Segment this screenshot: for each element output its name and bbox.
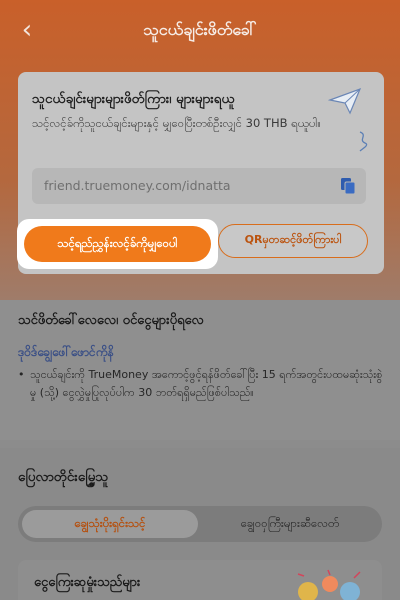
copy-icon[interactable] [340, 177, 356, 195]
invite-history-section: ပြေလာတိုင်းမြွှေ့သူ ချွေသုံးပိုးရှင်းသင့… [0, 448, 400, 600]
reward-title: ငွေကြေးဆုမှုံးသည်များ [34, 575, 141, 590]
referral-link-text: friend.truemoney.com/idnatta [44, 178, 231, 193]
history-heading: ပြေလာတိုင်းမြွှေ့သူ [18, 469, 109, 485]
tab-upgrade[interactable]: ချွေဝဝှကြီးများဆီလေတ် [202, 510, 378, 538]
tab-first-use[interactable]: ချွေသုံးပိုးရှင်းသင့် [22, 510, 198, 538]
referral-link-box[interactable]: friend.truemoney.com/idnatta [32, 168, 366, 204]
history-tab-bar: ချွေသုံးပိုးရှင်းသင့် ချွေဝဝှကြီးများဆီလ… [18, 506, 382, 542]
share-link-button[interactable]: သင့်ရည်ညွှန်းလင့်ခ်ကိုမျှဝေပါ [24, 226, 211, 262]
page-title: သူငယ်ချင်းဖိတ်ခေါ် [143, 20, 257, 39]
earn-info-heading: သင်ဖိတ်ခေါ်လေလေ၊ ဝင်ငွေများပိုရလေ [18, 313, 204, 328]
invite-heading: သူငယ်ချင်းများများဖိတ်ကြား၊ များများရယူ [32, 91, 235, 107]
header: ‹ သူငယ်ချင်းဖိတ်ခေါ် [0, 0, 400, 62]
info-bullet: • သူငယ်ချင်းကို TrueMoney အကောင့်ဖွင့်ရန… [18, 366, 384, 402]
back-icon[interactable]: ‹ [12, 16, 42, 46]
details-link[interactable]: ဒုဝိဒ်ချွေဖေါ်ဖောင်ကိုနိ [18, 344, 114, 362]
qr-invite-button[interactable]: QRမှတဆင့်ဖိတ်ကြားပါ [218, 224, 368, 258]
reward-illustration-icon [297, 569, 361, 600]
earn-info-section: သင်ဖိတ်ခေါ်လေလေ၊ ဝင်ငွေများပိုရလေ ဒုဝိဒ်… [0, 300, 400, 440]
info-bullet-text: သူငယ်ချင်းကို TrueMoney အကောင့်ဖွင့်ရန်ဖ… [30, 368, 383, 399]
bullet-dot: • [18, 368, 25, 381]
squiggle-decoration-icon [359, 131, 368, 152]
invite-description: သင့်လင့်ခ်ကိုသူငယ်ချင်းများနှင့် မျှဝေပြ… [32, 116, 321, 130]
reward-card: ငွေကြေးဆုမှုံးသည်များ [18, 560, 382, 600]
paper-plane-icon [328, 87, 362, 115]
